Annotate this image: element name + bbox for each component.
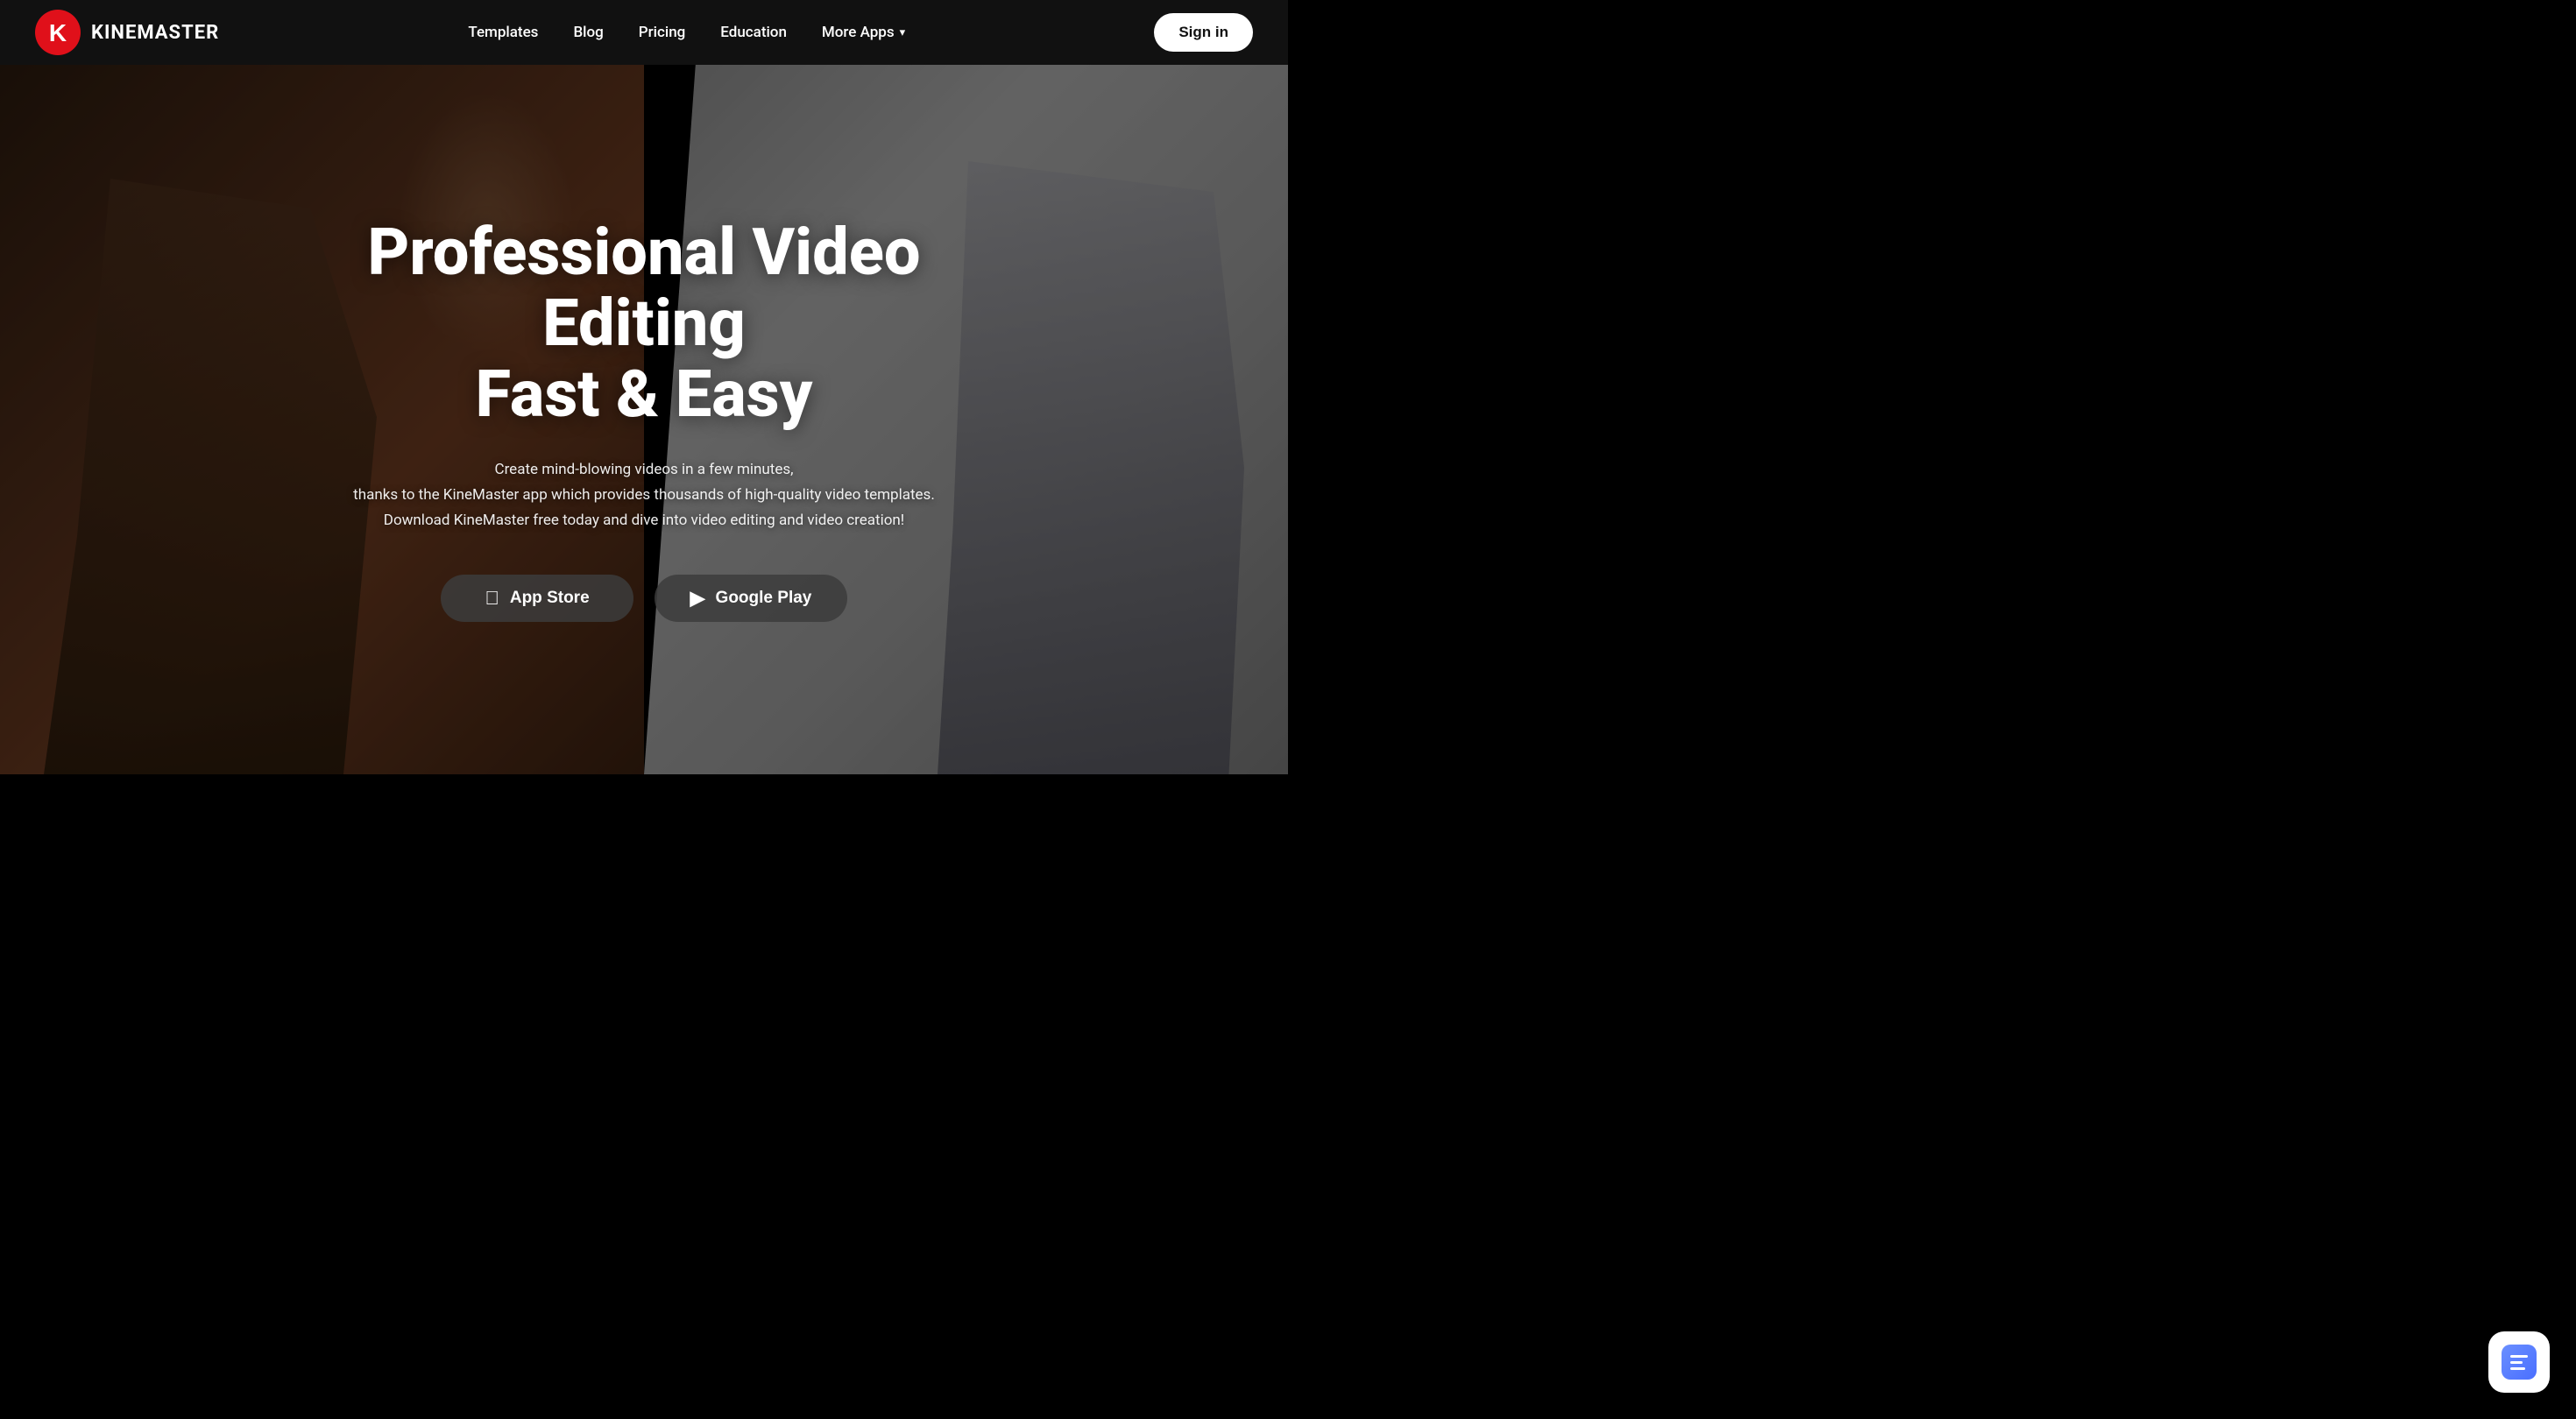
chat-line-2 — [2510, 1361, 2523, 1364]
hero-title-line1: Professional Video Editing — [367, 215, 920, 362]
chat-widget[interactable] — [2488, 1331, 2550, 1393]
brand-logo[interactable]: K KINEMASTER — [35, 10, 219, 55]
nav-link-templates[interactable]: Templates — [468, 24, 538, 41]
chat-line-1 — [2510, 1355, 2528, 1358]
chat-lines-icon — [2510, 1355, 2528, 1370]
apple-icon:  — [485, 587, 499, 610]
chat-widget-inner — [2502, 1345, 2537, 1380]
nav-link-blog[interactable]: Blog — [573, 24, 603, 41]
brand-name: KINEMASTER — [91, 22, 219, 44]
app-store-label: App Store — [510, 589, 590, 608]
chevron-down-icon: ▾ — [900, 26, 906, 39]
google-play-button[interactable]: ▶ Google Play — [655, 575, 847, 622]
nav-link-pricing[interactable]: Pricing — [639, 24, 686, 41]
nav-links: Templates Blog Pricing Education More Ap… — [468, 24, 905, 41]
signin-button[interactable]: Sign in — [1154, 13, 1253, 52]
hero-title: Professional Video Editing Fast & Easy — [311, 217, 977, 431]
navbar: K KINEMASTER Templates Blog Pricing Educ… — [0, 0, 1288, 65]
svg-text:K: K — [49, 19, 67, 46]
nav-link-education[interactable]: Education — [720, 24, 787, 41]
nav-link-more-apps[interactable]: More Apps ▾ — [822, 24, 905, 41]
chat-line-3 — [2510, 1367, 2525, 1370]
kinemaster-logo-icon: K — [35, 10, 81, 55]
google-play-label: Google Play — [716, 589, 812, 608]
hero-content: Professional Video Editing Fast & Easy C… — [294, 217, 994, 623]
play-icon: ▶ — [690, 587, 705, 610]
hero-title-line2: Fast & Easy — [476, 357, 813, 433]
hero-subtitle: Create mind-blowing videos in a few minu… — [311, 457, 977, 533]
app-store-button[interactable]:  App Store — [441, 575, 633, 622]
hero-buttons:  App Store ▶ Google Play — [311, 575, 977, 622]
navbar-right: Sign in — [1154, 13, 1253, 52]
hero-section: Professional Video Editing Fast & Easy C… — [0, 65, 1288, 774]
